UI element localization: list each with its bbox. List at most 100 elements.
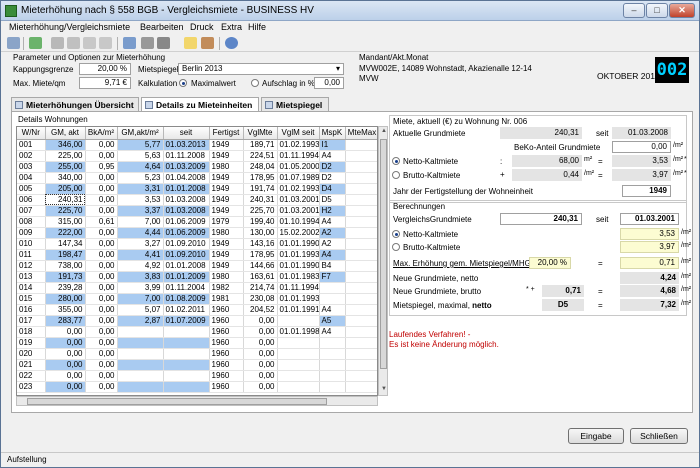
table-row[interactable]: 023 0,00 0,00 1960 0,00 xyxy=(17,381,377,393)
table-cell[interactable]: 01.02.1993 xyxy=(277,183,320,195)
table-cell[interactable]: 230,08 xyxy=(243,293,278,305)
print-icon[interactable] xyxy=(141,37,154,49)
table-cell[interactable]: 239,28 xyxy=(45,282,86,294)
table-cell[interactable]: 191,73 xyxy=(45,271,86,283)
table-cell[interactable]: 240,31 xyxy=(243,194,278,206)
table-cell[interactable]: 0,00 xyxy=(85,293,118,305)
table-cell[interactable]: 001 xyxy=(17,139,46,151)
table-cell[interactable]: 008 xyxy=(17,216,46,228)
table-cell[interactable]: 1949 xyxy=(209,183,244,195)
table-cell[interactable]: 01.03.2008 xyxy=(163,205,210,217)
aufschlag-input[interactable]: 0,00 xyxy=(314,77,344,89)
table-cell[interactable]: 006 xyxy=(17,194,46,206)
table-row[interactable]: 009 222,00 0,00 4,44 01.06.2009 1980 130,00 15.… xyxy=(17,227,377,239)
table-row[interactable]: 005 205,00 0,00 3,31 01.01.2008 1949 191,74 01.… xyxy=(17,183,377,195)
table-cell[interactable] xyxy=(345,183,377,195)
table-cell[interactable]: 01.03.2009 xyxy=(163,161,210,173)
maximalwert-radio[interactable] xyxy=(179,79,187,87)
table-cell[interactable]: 0,00 xyxy=(243,359,278,371)
table-cell[interactable]: A4 xyxy=(319,304,346,316)
table-cell[interactable]: 01.08.2009 xyxy=(163,293,210,305)
table-cell[interactable]: 0,00 xyxy=(85,315,118,327)
menu-druck[interactable]: Druck xyxy=(190,22,214,32)
menu-mieterhoehung[interactable]: Mieterhöhung/Vergleichsmiete xyxy=(9,22,130,32)
table-row[interactable]: 008 315,00 0,61 7,00 01.06.2009 1979 199,40 01.… xyxy=(17,216,377,228)
table-cell[interactable]: 01.07.2009 xyxy=(163,315,210,327)
table-cell[interactable]: 009 xyxy=(17,227,46,239)
table-cell[interactable]: 189,71 xyxy=(243,139,278,151)
table-cell[interactable]: 01.01.1991 xyxy=(277,304,320,316)
table-cell[interactable]: A2 xyxy=(319,238,346,250)
table-cell[interactable]: 0,00 xyxy=(85,337,118,349)
table-row[interactable]: 010 147,34 0,00 3,27 01.09.2010 1949 143,16 01.… xyxy=(17,238,377,250)
table-cell[interactable] xyxy=(277,359,320,371)
table-cell[interactable] xyxy=(345,205,377,217)
table-cell[interactable]: A4 xyxy=(319,216,346,228)
table-cell[interactable] xyxy=(319,348,346,360)
table-cell[interactable]: 01.01.2009 xyxy=(163,271,210,283)
table-cell[interactable]: 738,00 xyxy=(45,260,86,272)
minimize-button[interactable]: – xyxy=(623,3,645,18)
table-cell[interactable]: 01.01.2008 xyxy=(163,183,210,195)
table-cell[interactable] xyxy=(319,359,346,371)
beko-input[interactable]: 0,00 xyxy=(612,141,671,153)
table-cell[interactable] xyxy=(163,348,210,360)
table-cell[interactable] xyxy=(319,282,346,294)
table-cell[interactable] xyxy=(277,370,320,382)
table-cell[interactable]: 1979 xyxy=(209,216,244,228)
table-cell[interactable] xyxy=(345,249,377,261)
table-cell[interactable]: 248,04 xyxy=(243,161,278,173)
table-cell[interactable]: F7 xyxy=(319,271,346,283)
table-cell[interactable]: 3,37 xyxy=(117,205,164,217)
table-row[interactable]: 019 0,00 0,00 1960 0,00 xyxy=(17,337,377,349)
table-cell[interactable]: 01.11.1994 xyxy=(277,150,320,162)
refresh-icon[interactable] xyxy=(29,37,42,49)
table-cell[interactable]: 2,87 xyxy=(117,315,164,327)
table-cell[interactable]: 3,31 xyxy=(117,183,164,195)
table-cell[interactable]: 214,74 xyxy=(243,282,278,294)
table-cell[interactable]: 7,00 xyxy=(117,293,164,305)
table-cell[interactable]: 01.03.2001 xyxy=(277,194,320,206)
table-cell[interactable] xyxy=(345,293,377,305)
table-cell[interactable] xyxy=(345,326,377,338)
table-cell[interactable] xyxy=(319,337,346,349)
table-cell[interactable]: 0,00 xyxy=(243,315,278,327)
table-cell[interactable]: 01.01.1990 xyxy=(277,260,320,272)
table-row[interactable]: 020 0,00 0,00 1960 0,00 xyxy=(17,348,377,360)
edit4-icon[interactable] xyxy=(99,37,112,49)
table-row[interactable]: 016 355,00 0,00 5,07 01.02.2011 1960 204,52 01.… xyxy=(17,304,377,316)
table-cell[interactable]: A4 xyxy=(319,249,346,261)
table-cell[interactable]: 5,07 xyxy=(117,304,164,316)
table-cell[interactable] xyxy=(345,271,377,283)
table-cell[interactable]: 0,00 xyxy=(85,249,118,261)
table-cell[interactable]: 0,00 xyxy=(243,370,278,382)
table-cell[interactable] xyxy=(117,381,164,393)
table-cell[interactable]: 5,63 xyxy=(117,150,164,162)
table-cell[interactable]: 1949 xyxy=(209,238,244,250)
netto-kaltmiete-radio[interactable] xyxy=(392,157,400,165)
table-cell[interactable]: D2 xyxy=(319,172,346,184)
table-cell[interactable]: 5,77 xyxy=(117,139,164,151)
table-cell[interactable]: 0,00 xyxy=(85,183,118,195)
close-button[interactable]: ✕ xyxy=(669,3,695,18)
table-cell[interactable]: 240,31 xyxy=(45,194,86,206)
table-cell[interactable]: 222,00 xyxy=(45,227,86,239)
table-cell[interactable]: 1960 xyxy=(209,315,244,327)
table-cell[interactable]: 01.01.1998 xyxy=(277,326,320,338)
table-cell[interactable]: 0,00 xyxy=(85,370,118,382)
table-cell[interactable]: 1960 xyxy=(209,326,244,338)
folder-icon[interactable] xyxy=(184,37,197,49)
table-cell[interactable]: 340,00 xyxy=(45,172,86,184)
table-cell[interactable] xyxy=(163,326,210,338)
table-cell[interactable]: 0,00 xyxy=(85,205,118,217)
table-cell[interactable]: D4 xyxy=(319,183,346,195)
table-cell[interactable]: 4,92 xyxy=(117,260,164,272)
table-cell[interactable] xyxy=(345,337,377,349)
table-cell[interactable]: 01.02.2011 xyxy=(163,304,210,316)
table-cell[interactable] xyxy=(163,337,210,349)
menu-hilfe[interactable]: Hilfe xyxy=(248,22,266,32)
eingabe-button[interactable]: Eingabe xyxy=(568,428,624,444)
table-cell[interactable]: 0,00 xyxy=(243,337,278,349)
table-cell[interactable]: 198,47 xyxy=(45,249,86,261)
table-cell[interactable]: 1980 xyxy=(209,161,244,173)
